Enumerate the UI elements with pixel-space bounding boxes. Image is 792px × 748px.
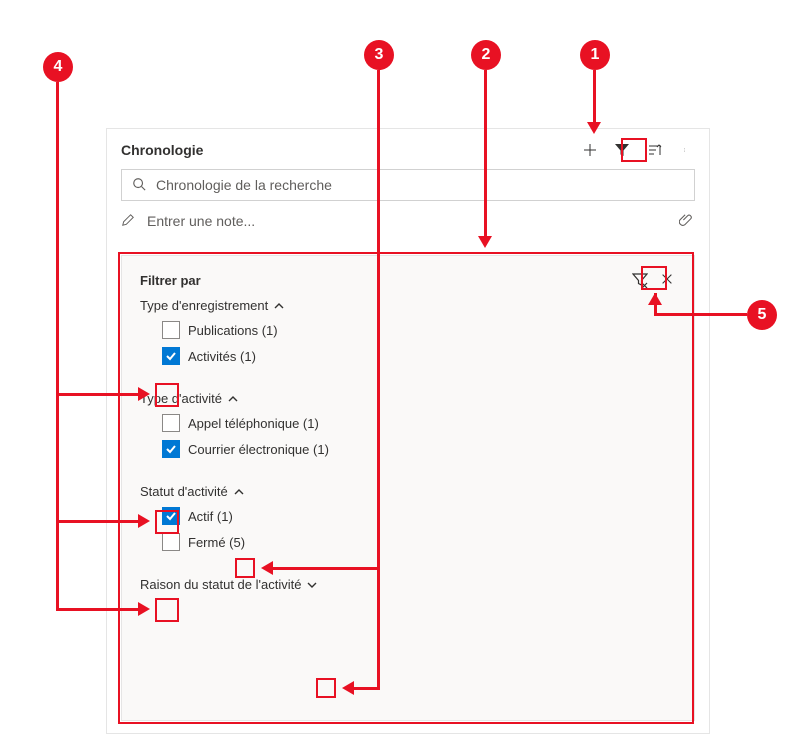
pencil-icon [121,213,137,229]
callout-3: 3 [364,40,394,70]
arrow-5-h2 [654,313,687,316]
callout-4: 4 [43,52,73,82]
arrow-5-h [686,313,747,316]
arrow-2-head [478,236,492,248]
hl-chevron-status [235,558,255,578]
hl-check-email [155,510,179,534]
arrow-5-head-up [648,293,662,305]
hl-check-actif [155,598,179,622]
hl-check-activites [155,383,179,407]
arrow-4-h2 [56,520,138,523]
arrow-4-head3 [138,602,150,616]
arrow-3-vert [377,70,380,688]
arrow-1-line [593,70,596,124]
search-placeholder: Chronologie de la recherche [156,177,332,193]
arrow-3-h1 [273,567,380,570]
arrow-2-line [484,70,487,238]
more-icon[interactable] [677,141,695,159]
timeline-header: Chronologie [107,129,709,165]
hl-filter-pane [118,252,694,724]
arrow-4-head2 [138,514,150,528]
note-input[interactable]: Entrer une note... [121,207,695,235]
sort-icon[interactable] [645,141,663,159]
callout-5: 5 [747,300,777,330]
hl-filter-icon [621,138,647,162]
arrow-4-head1 [138,387,150,401]
search-input[interactable]: Chronologie de la recherche [121,169,695,201]
hl-clear-filter [641,266,667,290]
arrow-4-h1 [56,393,138,396]
arrow-3-head2 [342,681,354,695]
arrow-4-vert [56,82,59,611]
hl-chevron-reason [316,678,336,698]
arrow-1-head [587,122,601,134]
paperclip-icon[interactable] [679,213,695,229]
callout-2: 2 [471,40,501,70]
note-placeholder: Entrer une note... [147,213,255,229]
arrow-4-h3 [56,608,138,611]
plus-icon[interactable] [581,141,599,159]
timeline-title: Chronologie [121,142,203,158]
callout-1: 1 [580,40,610,70]
search-icon [132,177,148,193]
arrow-3-h2 [354,687,380,690]
arrow-3-head1 [261,561,273,575]
